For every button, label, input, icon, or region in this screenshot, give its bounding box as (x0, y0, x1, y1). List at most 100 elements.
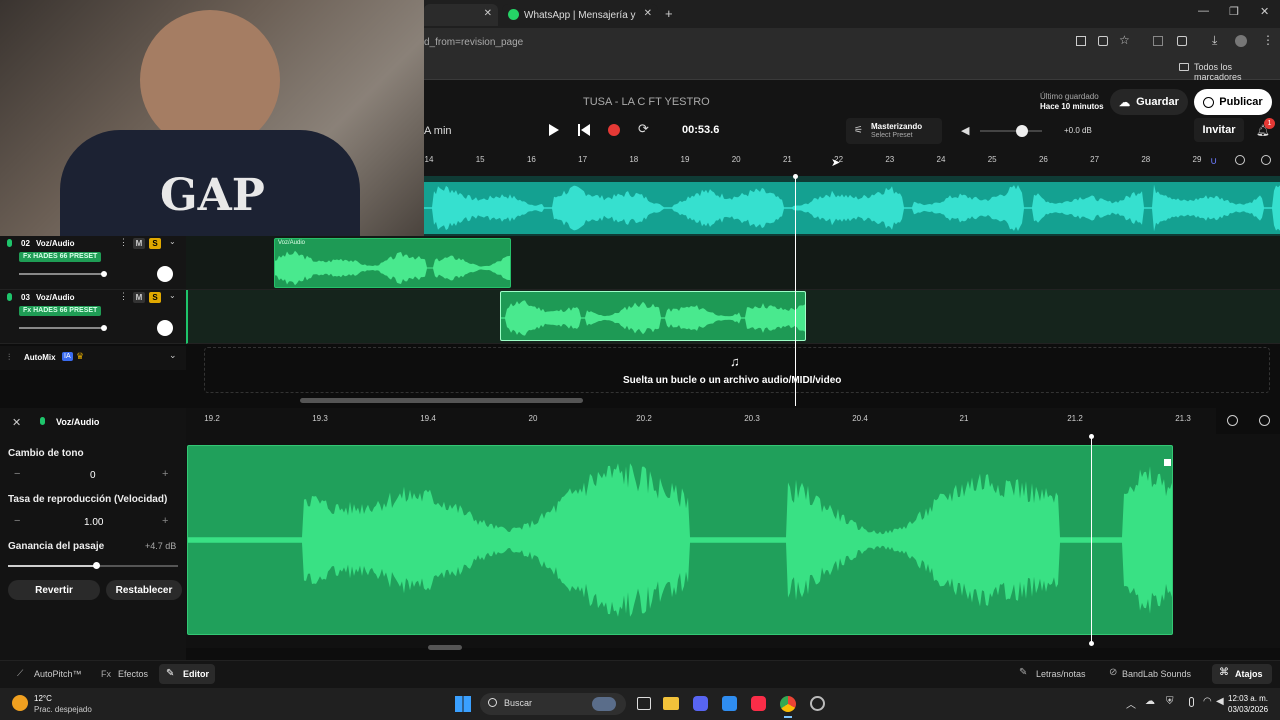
chrome-icon[interactable] (780, 696, 796, 712)
track-volume-slider[interactable] (19, 273, 105, 275)
settings-app-icon[interactable] (810, 696, 825, 711)
track-header-02[interactable]: 02 Voz/Audio ⋮ M S ⌄ Fx HADES 66 PRESET (0, 236, 186, 290)
url-text[interactable]: d_from=revision_page (424, 37, 523, 48)
fx-preset-badge[interactable]: Fx HADES 66 PRESET (19, 252, 102, 262)
close-tab-icon[interactable]: ✕ (484, 8, 492, 19)
clock-date[interactable]: 03/03/2026 (1228, 705, 1268, 714)
autopitch-tab[interactable]: AutoPitch™ (34, 669, 82, 679)
master-volume-slider[interactable] (980, 130, 1042, 132)
more-icon[interactable]: ⋮ (119, 237, 128, 248)
taskbar-search[interactable]: Buscar (480, 693, 626, 715)
track-volume-handle[interactable] (101, 325, 107, 331)
drop-zone[interactable]: ♫ Suelta un bucle o un archivo audio/MID… (204, 347, 1270, 393)
rate-value[interactable]: 1.00 (84, 517, 103, 528)
download-icon[interactable]: ⤓ (1212, 33, 1217, 48)
loop-icon[interactable]: ⟳ (638, 121, 649, 137)
maximize-icon[interactable]: ❐ (1229, 5, 1239, 18)
fx-preset-badge[interactable]: Fx HADES 66 PRESET (19, 306, 102, 316)
pan-knob[interactable] (157, 266, 173, 282)
microphone-icon[interactable] (1189, 697, 1194, 707)
wifi-icon[interactable]: ◠ (1203, 696, 1212, 707)
weather-text[interactable]: Prac. despejado (34, 705, 92, 714)
pitch-decrement[interactable]: − (14, 468, 20, 480)
reader-icon[interactable] (1076, 36, 1086, 46)
pitch-increment[interactable]: + (162, 468, 168, 480)
star-icon[interactable]: ☆ (1119, 33, 1130, 47)
playhead-line[interactable] (795, 176, 796, 406)
revert-button[interactable]: Revertir (8, 580, 100, 600)
chevron-down-icon[interactable]: ⌄ (169, 350, 177, 361)
puzzle-icon[interactable] (1177, 36, 1187, 46)
mute-button[interactable]: M (133, 238, 145, 249)
extension-icon[interactable] (1153, 36, 1163, 46)
menu-icon[interactable]: ⋮ (1262, 33, 1274, 47)
file-explorer-icon[interactable] (663, 697, 679, 710)
play-button[interactable] (549, 124, 559, 136)
shortcuts-button[interactable]: ⌘ Atajos (1212, 664, 1272, 684)
close-tab-icon[interactable]: ✕ (644, 8, 652, 19)
rate-increment[interactable]: + (162, 515, 168, 527)
profile-icon[interactable] (1235, 35, 1247, 47)
song-title[interactable]: TUSA - LA C FT YESTRO (583, 96, 710, 108)
editor-zoom-out-icon[interactable] (1227, 415, 1238, 426)
editor-tab[interactable]: ✎ Editor (159, 664, 215, 684)
zoom-out-icon[interactable] (1235, 155, 1245, 165)
save-button[interactable]: ☁ Guardar (1110, 89, 1188, 115)
solo-button[interactable]: S (149, 292, 161, 303)
discord-icon[interactable] (693, 696, 708, 711)
browser-tab-whatsapp[interactable]: WhatsApp | Mensajería y llama ✕ (502, 4, 658, 26)
reset-button[interactable]: Restablecer (106, 580, 182, 600)
minimize-icon[interactable]: — (1198, 5, 1209, 17)
timeline-ruler[interactable]: 14 15 16 17 18 19 20 21 22 23 24 25 26 27 28 29 ∪ (424, 152, 1280, 176)
chevron-down-icon[interactable]: ⌄ (169, 291, 176, 300)
gain-slider-handle[interactable] (93, 562, 101, 569)
temperature[interactable]: 12°C (34, 694, 52, 703)
effects-tab[interactable]: Efectos (118, 669, 148, 679)
track-header-03[interactable]: 03 Voz/Audio ⋮ M S ⌄ Fx HADES 66 PRESET (0, 290, 186, 344)
editor-clip[interactable] (187, 445, 1173, 635)
playhead-handle[interactable] (793, 174, 798, 179)
min-label[interactable]: A min (424, 125, 452, 137)
task-view-icon[interactable] (637, 697, 651, 710)
editor-scrollbar[interactable] (428, 645, 462, 650)
lyrics-tab[interactable]: Letras/notas (1036, 669, 1086, 679)
pitch-value[interactable]: 0 (90, 470, 96, 481)
invite-button[interactable]: Invitar (1194, 118, 1244, 142)
browser-tab-inactive[interactable]: ✕ (424, 4, 498, 26)
mastering-selector[interactable]: ⚟ Masterizando Select Preset (846, 118, 942, 144)
editor-playhead-top[interactable] (1089, 434, 1094, 439)
new-tab-icon[interactable]: + (665, 6, 673, 21)
track-lane-03[interactable] (186, 290, 1280, 344)
close-icon[interactable]: ✕ (12, 416, 21, 429)
audio-clip[interactable]: Voz/Audio (274, 238, 511, 288)
more-icon[interactable]: ⋮ (119, 291, 128, 302)
editor-playhead[interactable] (1091, 436, 1092, 644)
windows-start-icon[interactable] (455, 696, 471, 712)
record-button[interactable] (608, 124, 620, 136)
master-volume-knob[interactable] (1016, 125, 1028, 137)
track-volume-slider[interactable] (19, 327, 105, 329)
magnet-icon[interactable]: ∪ (1210, 156, 1217, 167)
timeline-scrollbar[interactable] (300, 398, 583, 403)
chevron-down-icon[interactable]: ⌄ (169, 237, 176, 246)
automix-row[interactable]: ⫶ AutoMix IA ♛ ⌄ (0, 346, 186, 370)
cloud-icon[interactable]: ☁ (1145, 696, 1155, 707)
audio-clip-selected[interactable] (500, 291, 806, 341)
track-lane-02[interactable]: Voz/Audio (186, 236, 1280, 290)
translate-icon[interactable] (1098, 36, 1108, 46)
speaker-mute-icon[interactable]: ◀ (961, 124, 969, 137)
edge-app-icon[interactable] (722, 696, 737, 711)
track-name[interactable]: Voz/Audio (36, 239, 75, 248)
clip-trim-handle[interactable] (1164, 459, 1171, 466)
solo-button[interactable]: S (149, 238, 161, 249)
top-track-lane[interactable] (424, 176, 1280, 236)
defender-icon[interactable]: ⛨ (1166, 696, 1174, 707)
track-volume-handle[interactable] (101, 271, 107, 277)
chevron-up-icon[interactable]: ︿ (1126, 696, 1136, 711)
editor-playhead-bottom[interactable] (1089, 641, 1094, 646)
clock-time[interactable]: 12:03 a. m. (1228, 694, 1268, 703)
publish-button[interactable]: Publicar (1194, 89, 1272, 115)
all-bookmarks[interactable]: Todos los marcadores (1194, 62, 1280, 82)
music-app-icon[interactable] (751, 696, 766, 711)
pan-knob[interactable] (157, 320, 173, 336)
